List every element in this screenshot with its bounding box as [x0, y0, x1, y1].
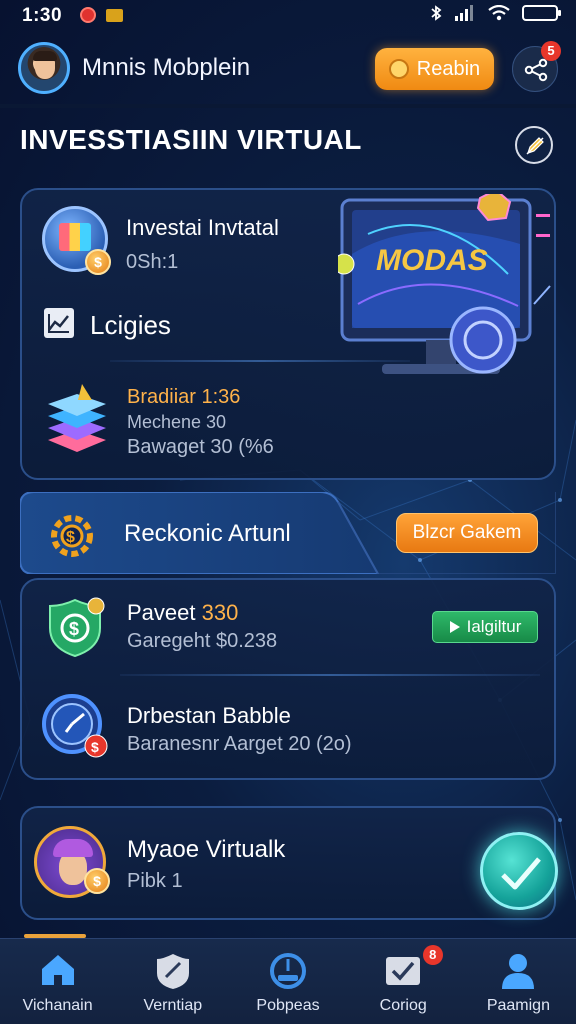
home-icon — [41, 955, 74, 985]
dollar-coin-icon: $ — [85, 249, 111, 275]
bluetooth-icon — [431, 5, 442, 21]
chart-icon — [44, 308, 74, 338]
item-title: Bradiiar 1:36 — [127, 386, 241, 408]
activate-button[interactable]: Ialgiltur — [432, 611, 538, 643]
payment-item2-title: Drbestan Babble — [127, 703, 291, 728]
svg-text:$: $ — [66, 529, 75, 546]
nav-label-home: Vichanain — [22, 997, 93, 1014]
monitor-label: MODAS — [376, 244, 488, 277]
gear-dollar-icon: $ — [51, 515, 93, 557]
logistics-label: Lcigies — [90, 310, 171, 340]
stack-icon — [48, 384, 106, 452]
app-notification-icon — [106, 9, 123, 22]
svg-text:$: $ — [69, 619, 79, 639]
profile-subtitle: Pibk 1 — [127, 870, 183, 892]
bottom-nav: Vichanain Verntiap Pobpeas 8 Coriog Paam… — [0, 938, 576, 1024]
nav-item-profile[interactable]: Paamign — [461, 939, 576, 1024]
investment-title: Investai Invtatal — [126, 215, 279, 240]
wifi-icon — [488, 5, 510, 21]
reward-button[interactable]: Reabin — [375, 48, 494, 90]
banner-title: Reckonic Artunl — [124, 520, 291, 547]
monitor-illustration — [338, 194, 551, 374]
person-icon — [502, 954, 535, 989]
notification-icon — [80, 7, 96, 23]
payment-title: Paveet 330 — [127, 600, 238, 626]
profile-title: Myaoe Virtualk — [127, 836, 286, 863]
user-avatar[interactable] — [18, 42, 70, 94]
confirm-fab-button[interactable] — [480, 832, 558, 910]
user-name: Mnnis Mobplein — [82, 54, 251, 81]
coin-icon — [388, 59, 409, 79]
inbox-icon — [386, 957, 421, 985]
item-line1: Mechene 30 — [127, 412, 227, 432]
status-bar: 1:30 — [0, 0, 576, 32]
investment-icon: $ — [42, 206, 111, 275]
header: Mnnis Mobplein Reabin 5 — [0, 36, 576, 102]
item-line2: Bawaget 30 (%6 — [127, 436, 274, 458]
activate-button-label: Ialgiltur — [466, 617, 522, 636]
section-title: INVESSTIASIIN VIRTUAL — [20, 124, 362, 155]
payment-title-value: 330 — [201, 600, 239, 625]
card-divider — [120, 674, 540, 676]
shield-icon — [156, 954, 189, 989]
edit-button[interactable] — [515, 126, 553, 164]
share-button[interactable]: 5 — [512, 41, 561, 92]
clock-icon: $ — [42, 694, 108, 758]
play-flag-icon — [449, 621, 460, 633]
nav-item-speedometer[interactable]: Pobpeas — [230, 939, 345, 1024]
header-divider — [0, 104, 576, 108]
share-badge: 5 — [541, 41, 561, 61]
inbox-badge: 8 — [422, 945, 443, 965]
nav-label-speedometer: Pobpeas — [256, 997, 320, 1014]
check-icon — [501, 857, 541, 890]
card-divider — [110, 360, 410, 362]
dollar-coin-icon: $ — [84, 868, 110, 894]
signal-icon — [455, 5, 473, 21]
battery-icon — [522, 5, 561, 21]
shield-dollar-icon: $ — [49, 597, 105, 658]
nav-label-profile: Paamign — [486, 997, 550, 1014]
claim-button[interactable]: Blzcr Gakem — [396, 513, 538, 553]
share-icon — [524, 58, 548, 82]
nav-label-inbox: Coriog — [379, 997, 427, 1014]
nav-item-inbox[interactable]: 8 Coriog — [346, 939, 461, 1024]
nav-item-shield[interactable]: Verntiap — [115, 939, 230, 1024]
investment-subtitle: 0Sh:1 — [126, 251, 179, 273]
svg-text:$: $ — [91, 739, 99, 755]
payment-title-prefix: Paveet — [127, 600, 202, 625]
nav-label-shield: Verntiap — [143, 997, 203, 1014]
status-time: 1:30 — [22, 5, 63, 26]
pencil-icon — [526, 137, 544, 155]
speedometer-icon — [270, 953, 306, 989]
nav-item-home[interactable]: Vichanain — [0, 939, 115, 1024]
payment-item2-subtitle: Baranesnr Aarget 20 (2o) — [127, 733, 352, 755]
payment-subtitle: Garegeht $0.238 — [127, 630, 278, 652]
reward-button-label: Reabin — [416, 57, 481, 80]
